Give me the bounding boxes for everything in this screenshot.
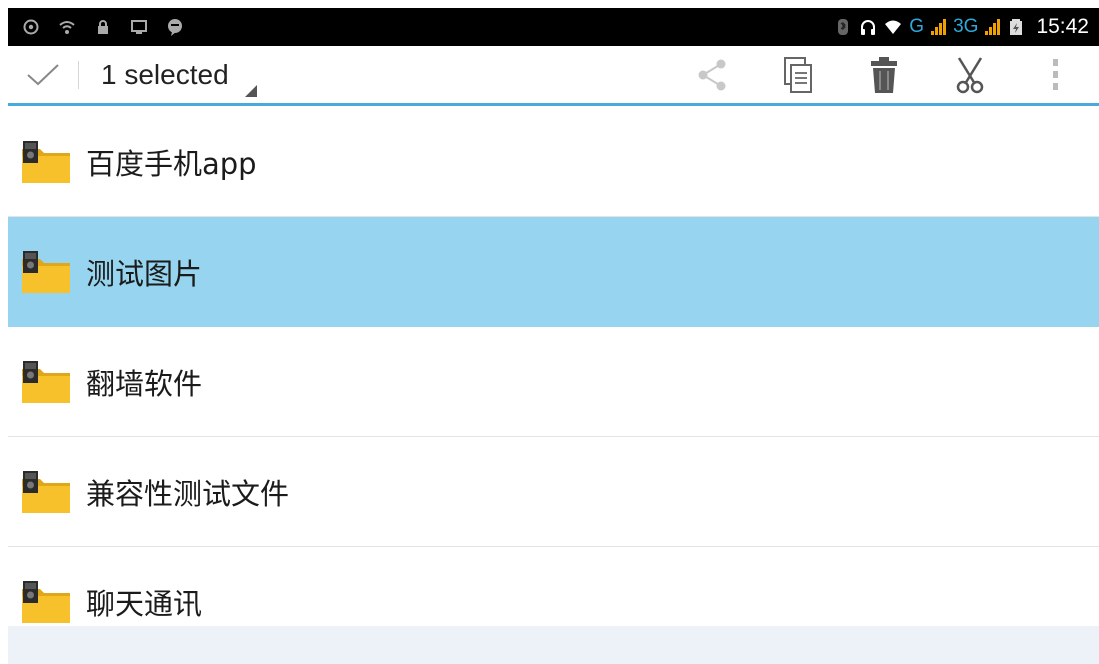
selection-dropdown[interactable]: 1 selected	[101, 58, 259, 97]
copy-button[interactable]	[755, 46, 841, 103]
scissors-icon	[956, 56, 984, 93]
selection-count-label: 1 selected	[101, 58, 229, 90]
dropdown-indicator-icon	[244, 84, 257, 97]
settings-notification-icon	[22, 18, 40, 36]
clock: 15:42	[1036, 15, 1089, 38]
action-bar-divider	[78, 60, 79, 89]
folder-list: 百度手机app 测试图片翻墙软件兼容性测试文件 聊天通讯	[8, 107, 1099, 657]
signal-strength-icon-2	[985, 19, 1001, 35]
battery-icon	[1007, 18, 1025, 36]
share-icon	[698, 59, 726, 90]
wifi-notification-icon	[58, 18, 76, 36]
status-bar: G 3G 15:42	[8, 8, 1099, 46]
folder-icon	[20, 139, 72, 185]
share-button[interactable]	[669, 46, 755, 103]
bluetooth-icon	[834, 18, 852, 36]
folder-icon	[20, 469, 72, 515]
folder-row[interactable]: 兼容性测试文件	[8, 437, 1099, 547]
lock-notification-icon	[94, 18, 112, 36]
folder-name: 兼容性测试文件	[86, 476, 290, 511]
wifi-signal-icon	[884, 18, 902, 36]
folder-row[interactable]: 测试图片	[8, 217, 1099, 327]
signal-strength-icon	[931, 19, 947, 35]
network-type-g: G	[909, 16, 925, 37]
copy-icon	[784, 56, 812, 93]
list-footer-strip	[8, 626, 1099, 664]
folder-row[interactable]: 百度手机app	[8, 107, 1099, 217]
folder-icon	[20, 249, 72, 295]
folder-icon	[20, 579, 72, 625]
contextual-action-bar: 1 selected	[8, 46, 1099, 106]
status-bar-system: G 3G 15:42	[834, 15, 1089, 39]
cut-button[interactable]	[927, 46, 1013, 103]
overflow-menu-button[interactable]	[1013, 46, 1099, 103]
folder-row[interactable]: 翻墙软件	[8, 327, 1099, 437]
status-bar-notifications	[22, 18, 184, 36]
folder-name: 翻墙软件	[86, 366, 203, 401]
more-vertical-icon	[1053, 58, 1058, 90]
action-bar-actions	[669, 46, 1099, 103]
screen-notification-icon	[130, 18, 148, 36]
checkmark-icon	[27, 63, 59, 85]
folder-name: 百度手机app	[86, 146, 257, 181]
folder-name: 聊天通讯	[86, 587, 203, 621]
folder-name: 测试图片	[86, 256, 203, 291]
chat-notification-icon	[166, 18, 184, 36]
delete-button[interactable]	[841, 46, 927, 103]
headphones-icon	[859, 18, 877, 36]
done-button[interactable]	[8, 46, 78, 103]
trash-icon	[871, 56, 897, 93]
folder-icon	[20, 359, 72, 405]
network-type-3g: 3G	[953, 16, 979, 37]
